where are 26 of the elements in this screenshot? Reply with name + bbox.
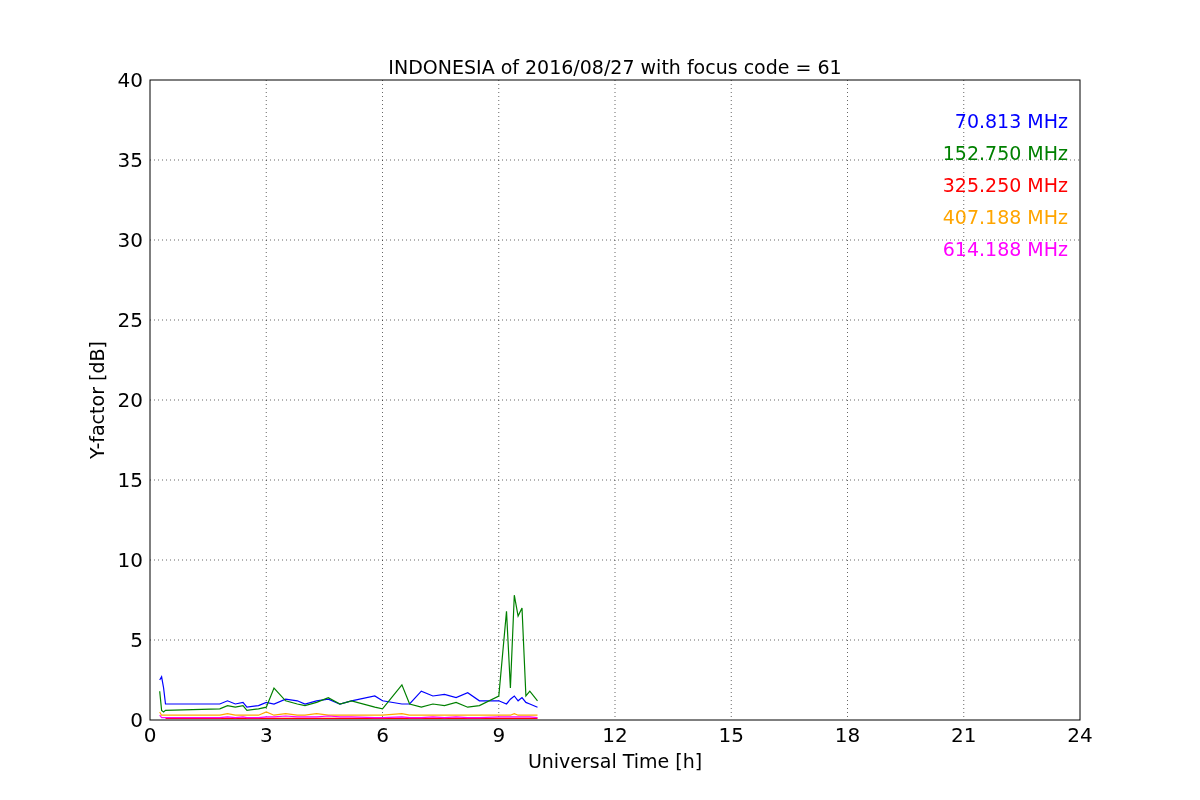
x-tick-label: 0 [143, 723, 157, 747]
y-tick-label: 20 [117, 388, 143, 412]
y-tick-label: 30 [117, 228, 143, 252]
y-tick-label: 25 [117, 308, 143, 332]
legend-label: 614.188 MHz [942, 238, 1068, 260]
x-tick-label: 9 [492, 723, 506, 747]
x-tick-label: 18 [834, 723, 861, 747]
legend-label: 407.188 MHz [942, 206, 1068, 228]
legend-label: 70.813 MHz [954, 110, 1068, 132]
x-tick-label: 21 [951, 723, 977, 747]
x-tick-label: 12 [602, 723, 628, 747]
y-tick-label: 15 [117, 468, 143, 492]
y-tick-label: 5 [130, 628, 143, 652]
legend-label: 152.750 MHz [942, 142, 1068, 164]
x-tick-label: 15 [718, 723, 744, 747]
y-tick-label: 0 [130, 708, 143, 732]
x-tick-label: 24 [1067, 723, 1093, 747]
legend-label: 325.250 MHz [942, 174, 1068, 196]
x-tick-label: 3 [259, 723, 273, 747]
y-axis-label: Y-factor [dB] [86, 341, 108, 459]
y-tick-label: 35 [117, 148, 143, 172]
y-tick-label: 10 [117, 548, 143, 572]
x-tick-label: 6 [376, 723, 389, 747]
chart-title: INDONESIA of 2016/08/27 with focus code = 61 [388, 56, 842, 78]
x-axis-label: Universal Time [h] [527, 750, 703, 772]
y-tick-label: 40 [117, 68, 143, 92]
